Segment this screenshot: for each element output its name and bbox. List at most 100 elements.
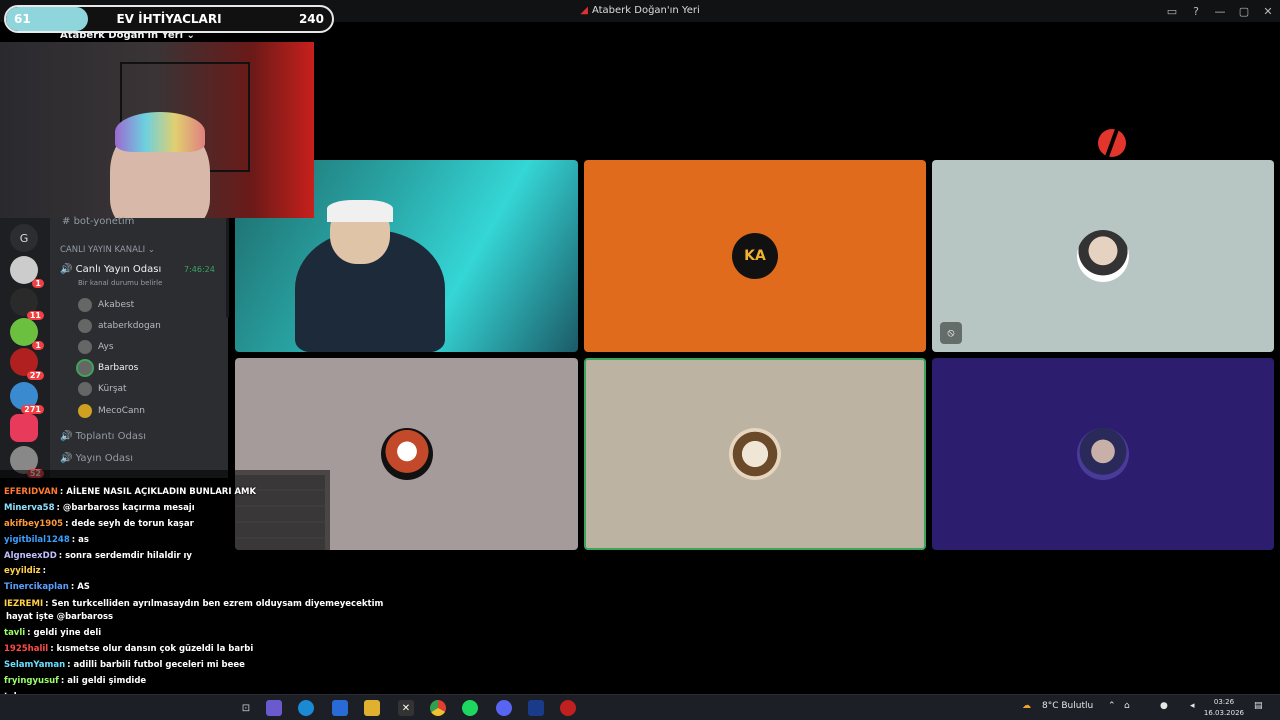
chat-text: hayat işte @barbaross xyxy=(6,612,114,622)
microphone-icon[interactable]: ● xyxy=(1160,701,1168,711)
chat-username[interactable]: SelamYaman xyxy=(4,660,65,670)
chat-message: Minerva58: @barbaross kaçırma mesajı xyxy=(4,503,195,513)
weather-text[interactable]: 8°C Bulutlu xyxy=(1042,701,1093,711)
video-tile-ka[interactable]: KA xyxy=(584,160,926,352)
system-clock[interactable]: 03:26 16.03.2026 xyxy=(1204,697,1244,719)
inbox-icon[interactable]: ▭ xyxy=(1160,5,1184,18)
server-list: G 1 11 1 27 271 52 xyxy=(0,218,50,478)
xbox-icon[interactable]: ✕ xyxy=(398,700,414,716)
file-explorer-icon[interactable] xyxy=(364,700,380,716)
chat-message: IEZREMI: Sen turkcelliden ayrılmasaydın … xyxy=(4,599,383,609)
channel-status[interactable]: Bir kanal durumu belirle xyxy=(78,279,256,287)
avatar xyxy=(78,361,92,375)
headphones xyxy=(327,200,393,222)
server-icon[interactable]: 271 xyxy=(10,382,44,414)
chrome-icon[interactable] xyxy=(430,700,446,716)
chat-text: : @barbaross kaçırma mesajı xyxy=(56,503,195,513)
channel-list: # bot-yonetim CANLI YAYIN KANALI ⌄ 🔊 Can… xyxy=(50,216,228,478)
weather-icon: ☁ xyxy=(1022,701,1031,711)
chat-username[interactable]: 1925halil xyxy=(4,644,48,654)
window-controls: ▭ ? — ▢ ✕ xyxy=(1160,0,1280,22)
chat-username[interactable]: Tinercikaplan xyxy=(4,582,69,592)
video-tile-avatar-speaking[interactable] xyxy=(584,358,926,550)
notes-app-icon[interactable] xyxy=(528,700,544,716)
chat-message: yigitbilal1248: as xyxy=(4,535,89,545)
chat-username[interactable]: AlgneexDD xyxy=(4,551,57,561)
close-button[interactable]: ✕ xyxy=(1256,5,1280,18)
chat-text: : AS xyxy=(70,582,90,592)
user-name: Barbaros xyxy=(98,363,139,373)
chat-message: EFERIDVAN: AİLENE NASIL AÇIKLADIN BUNLAR… xyxy=(4,487,256,497)
chat-message: akifbey1905: dede seyh de torun kaşar xyxy=(4,519,194,529)
copilot-icon[interactable] xyxy=(266,700,282,716)
network-icon[interactable]: ⌂ xyxy=(1124,701,1130,711)
spotify-icon[interactable] xyxy=(462,700,478,716)
channel-meeting-room[interactable]: 🔊 Toplantı Odası xyxy=(60,431,238,442)
chat-username[interactable]: Minerva58 xyxy=(4,503,55,513)
minimize-button[interactable]: — xyxy=(1208,5,1232,18)
outlook-icon[interactable] xyxy=(332,700,348,716)
channel-scrollbar[interactable] xyxy=(226,218,229,318)
channel-label: bot-yonetim xyxy=(73,216,135,227)
avatar xyxy=(78,382,92,396)
avatar xyxy=(78,404,92,418)
server-icon[interactable]: 1 xyxy=(10,256,44,288)
streamer-hair xyxy=(115,112,205,152)
avatar xyxy=(78,319,92,333)
user-name: Kürşat xyxy=(98,384,127,394)
chat-username[interactable]: akifbey1905 xyxy=(4,519,63,529)
chat-username[interactable]: eyyildiz xyxy=(4,566,41,576)
task-view-icon[interactable]: ⊡ xyxy=(238,700,254,716)
maximize-button[interactable]: ▢ xyxy=(1232,5,1256,18)
obs-icon[interactable] xyxy=(560,700,576,716)
volume-icon[interactable]: ◂ xyxy=(1190,701,1195,711)
server-icon[interactable]: 27 xyxy=(10,348,44,380)
chat-username[interactable]: IEZREMI xyxy=(4,599,43,609)
voice-user[interactable]: Barbaros xyxy=(78,361,138,375)
chat-username[interactable]: EFERIDVAN xyxy=(4,487,58,497)
voice-user[interactable]: ataberkdogan xyxy=(78,319,161,333)
participant-avatar xyxy=(1077,428,1129,480)
tray-chevron-icon[interactable]: ⌃ xyxy=(1108,701,1116,711)
edge-icon[interactable] xyxy=(298,700,314,716)
voice-user[interactable]: Ays xyxy=(78,340,114,354)
chat-username[interactable]: yigitbilal1248 xyxy=(4,535,70,545)
channel-label: Toplantı Odası xyxy=(75,431,146,442)
channel-stream-room[interactable]: 🔊 Yayın Odası xyxy=(60,453,238,464)
discord-icon[interactable] xyxy=(496,700,512,716)
voice-user[interactable]: Kürşat xyxy=(78,382,127,396)
channel-label: Canlı Yayın Odası xyxy=(75,264,162,275)
live-timer: 7:46:24 xyxy=(184,265,215,274)
video-tile-avatar[interactable]: ⦸ xyxy=(932,160,1274,352)
clock-time: 03:26 xyxy=(1213,698,1235,706)
notifications-icon[interactable]: ▤ xyxy=(1254,701,1263,711)
chat-text: : xyxy=(42,566,47,576)
channel-bot[interactable]: # bot-yonetim xyxy=(62,216,240,227)
chat-message: 1925halil: kısmetse olur dansın çok güze… xyxy=(4,644,253,654)
window-title-text: Ataberk Doğan'ın Yeri xyxy=(591,5,700,16)
video-tile-avatar[interactable] xyxy=(932,358,1274,550)
chat-username[interactable]: tavli xyxy=(4,628,25,638)
server-icon[interactable]: 11 xyxy=(10,288,44,320)
voice-user[interactable]: Akabest xyxy=(78,298,134,312)
stream-off-icon[interactable]: ⦸ xyxy=(940,322,962,344)
channel-label: Yayın Odası xyxy=(75,453,134,464)
chat-username[interactable]: fryingyusuf xyxy=(4,676,59,686)
help-icon[interactable]: ? xyxy=(1184,5,1208,18)
chat-text: : kısmetse olur dansın çok güzeldi la ba… xyxy=(50,644,254,654)
chat-message: tavli: geldi yine deli xyxy=(4,628,101,638)
server-icon[interactable] xyxy=(10,414,38,442)
stream-chat-overlay: EFERIDVAN: AİLENE NASIL AÇIKLADIN BUNLAR… xyxy=(0,470,383,720)
server-icon[interactable]: G xyxy=(10,224,38,252)
chat-message: eyyildiz: xyxy=(4,566,46,576)
notification-badge: 27 xyxy=(26,371,44,380)
category-header[interactable]: CANLI YAYIN KANALI ⌄ xyxy=(60,245,238,255)
chat-text: : ali geldi şimdide xyxy=(60,676,147,686)
goal-end-value: 240 xyxy=(298,12,324,26)
chat-text: : dede seyh de torun kaşar xyxy=(65,519,194,529)
server-icon[interactable]: 1 xyxy=(10,318,44,350)
voice-user[interactable]: MecoCann xyxy=(78,404,145,418)
app-logo-icon: ◢ xyxy=(580,5,588,16)
participant-avatar xyxy=(729,428,781,480)
chat-text: : AİLENE NASIL AÇIKLADIN BUNLARI AMK xyxy=(59,487,257,497)
